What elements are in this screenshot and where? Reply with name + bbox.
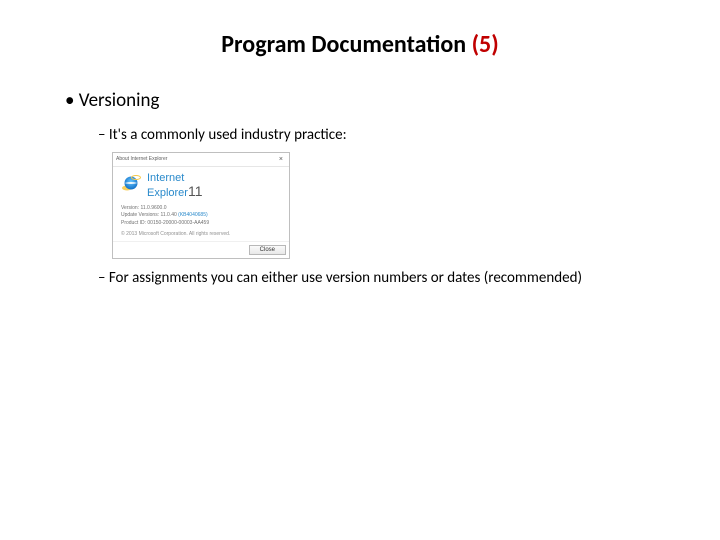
bullet-level1: Versioning — [65, 89, 670, 112]
dialog-body: Internet Explorer11 — [113, 167, 289, 203]
about-dialog-screenshot: About Internet Explorer × — [112, 152, 290, 260]
dialog-copyright: © 2013 Microsoft Corporation. All rights… — [113, 229, 289, 241]
title-main: Program Documentation — [221, 30, 466, 59]
dialog-titlebar: About Internet Explorer × — [113, 153, 289, 167]
close-icon: × — [276, 156, 286, 163]
bullet-assignments: For assignments you can either use versi… — [109, 269, 582, 287]
dialog-brand: Internet Explorer11 — [147, 173, 203, 199]
bullet-practice: It's a commonly used industry practice: — [109, 126, 347, 144]
bullet-level2-a: It's a commonly used industry practice: — [98, 126, 670, 146]
title-suffix: (5) — [472, 30, 499, 59]
ie-logo-icon — [121, 173, 141, 193]
bullet-level2-b: For assignments you can either use versi… — [98, 269, 670, 289]
close-button: Close — [249, 245, 286, 255]
dialog-footer: Close — [113, 241, 289, 258]
details-version: Version: 11.0.9600.0 — [121, 205, 281, 213]
dialog-details: Version: 11.0.9600.0 Update Versions: 11… — [113, 203, 289, 230]
dialog-window-title: About Internet Explorer — [116, 156, 167, 162]
slide-title: Program Documentation (5) — [50, 30, 670, 59]
details-product-id: Product ID: 00150-20000-00003-AA459 — [121, 220, 281, 228]
brand-line2: Explorer11 — [147, 184, 203, 199]
details-update: Update Versions: 11.0.40 (KB4040685) — [121, 212, 281, 220]
brand-version: 11 — [188, 183, 203, 199]
kb-link: (KB4040685) — [178, 212, 207, 218]
bullet-versioning: Versioning — [79, 89, 160, 112]
